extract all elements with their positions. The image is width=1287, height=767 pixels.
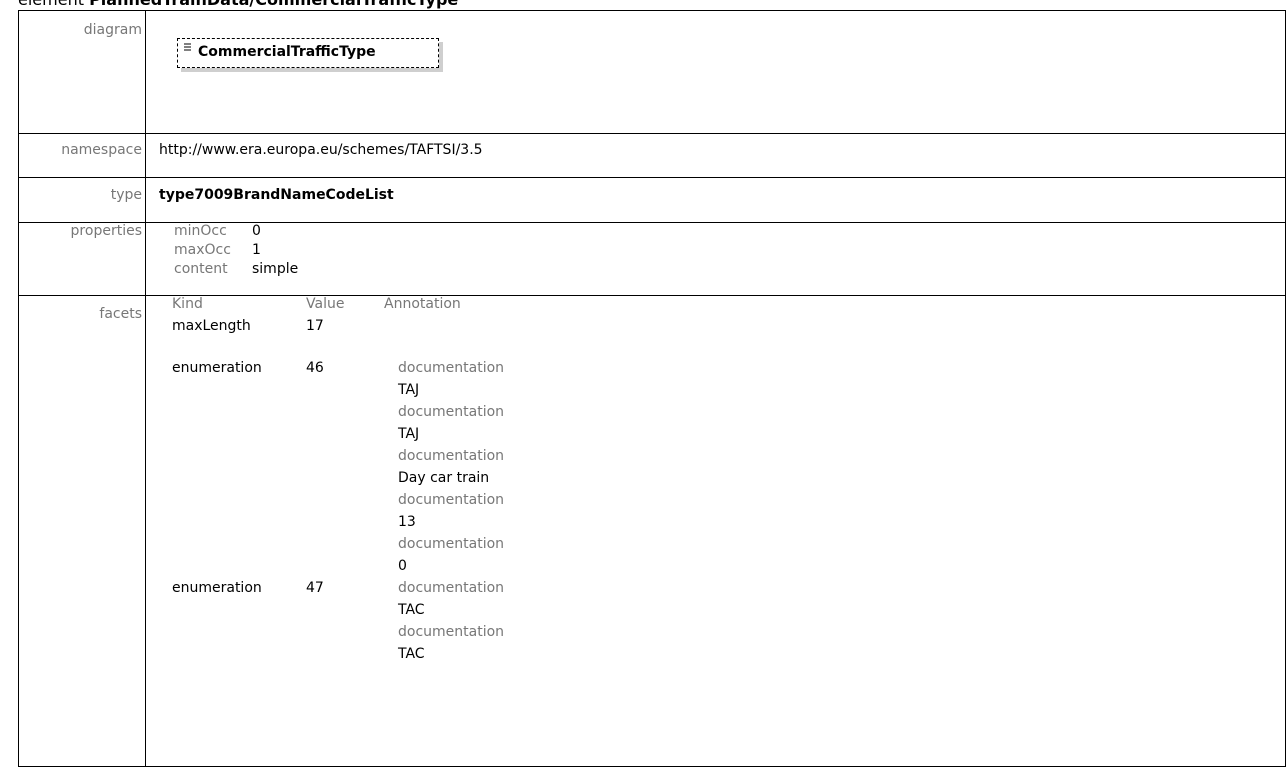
- facet-doc-value: 0: [398, 558, 407, 574]
- properties-row: properties minOcc 0 maxOcc 1 content sim…: [18, 222, 1286, 296]
- facets-header-annotation: Annotation: [384, 296, 461, 312]
- facets-header-value: Value: [306, 296, 345, 312]
- sequence-icon: [184, 43, 191, 51]
- type-label: type: [18, 177, 146, 223]
- facets-row: facets Kind Value Annotation maxLength 1…: [18, 295, 1286, 767]
- facet-doc-label: documentation: [398, 360, 505, 376]
- facet-doc-label: documentation: [398, 492, 505, 508]
- facet-value: 46: [306, 360, 324, 376]
- type-value-cell: type7009BrandNameCodeList: [145, 177, 1286, 223]
- prop-key: content: [174, 261, 228, 277]
- page-heading: element PlannedTrainData/CommercialTraff…: [18, 0, 458, 10]
- facet-doc-label: documentation: [398, 536, 505, 552]
- facets-header-kind: Kind: [172, 296, 203, 312]
- facet-doc-value: Day car train: [398, 470, 490, 486]
- diagram-label: diagram: [18, 10, 146, 134]
- facet-doc-value: TAC: [398, 646, 425, 662]
- facet-kind: enumeration: [172, 360, 262, 376]
- diagram-row: diagram: [18, 10, 1286, 134]
- properties-label: properties: [18, 222, 146, 296]
- heading-prefix: element: [18, 0, 84, 9]
- namespace-label: namespace: [18, 133, 146, 178]
- namespace-value: http://www.era.europa.eu/schemes/TAFTSI/…: [145, 133, 1286, 178]
- namespace-row: namespace http://www.era.europa.eu/schem…: [18, 133, 1286, 178]
- facet-doc-label: documentation: [398, 624, 505, 640]
- prop-key: minOcc: [174, 223, 227, 239]
- prop-value: 0: [252, 223, 261, 239]
- type-row: type type7009BrandNameCodeList: [18, 177, 1286, 223]
- facet-doc-label: documentation: [398, 404, 505, 420]
- facet-doc-value: TAJ: [398, 382, 420, 398]
- facets-label: facets: [18, 295, 146, 767]
- facets-cell: Kind Value Annotation maxLength 17 enume…: [145, 295, 1286, 767]
- facet-doc-label: documentation: [398, 580, 505, 596]
- facet-doc-value: 13: [398, 514, 416, 530]
- facet-kind: enumeration: [172, 580, 262, 596]
- prop-key: maxOcc: [174, 242, 231, 258]
- facets-grid: Kind Value Annotation maxLength 17 enume…: [146, 296, 1285, 756]
- facet-value: 47: [306, 580, 324, 596]
- prop-value: simple: [252, 261, 299, 277]
- facet-doc-value: TAJ: [398, 426, 420, 442]
- facet-doc-label: documentation: [398, 448, 505, 464]
- facet-value: 17: [306, 318, 324, 334]
- diagram-cell: [145, 10, 1286, 134]
- type-value-link[interactable]: type7009BrandNameCodeList: [159, 187, 394, 203]
- schema-doc-table: diagram namespace http://www.era.europa.…: [18, 10, 1286, 767]
- heading-path: PlannedTrainData/CommercialTrafficType: [89, 0, 458, 9]
- facet-kind: maxLength: [172, 318, 251, 334]
- diagram-element-box[interactable]: CommercialTrafficType: [177, 38, 439, 68]
- element-diagram[interactable]: CommercialTrafficType: [177, 38, 443, 72]
- facet-doc-value: TAC: [398, 602, 425, 618]
- prop-value: 1: [252, 242, 261, 258]
- properties-cell: minOcc 0 maxOcc 1 content simple: [145, 222, 1286, 296]
- properties-grid: minOcc 0 maxOcc 1 content simple: [146, 223, 1285, 295]
- diagram-element-name: CommercialTrafficType: [198, 44, 376, 60]
